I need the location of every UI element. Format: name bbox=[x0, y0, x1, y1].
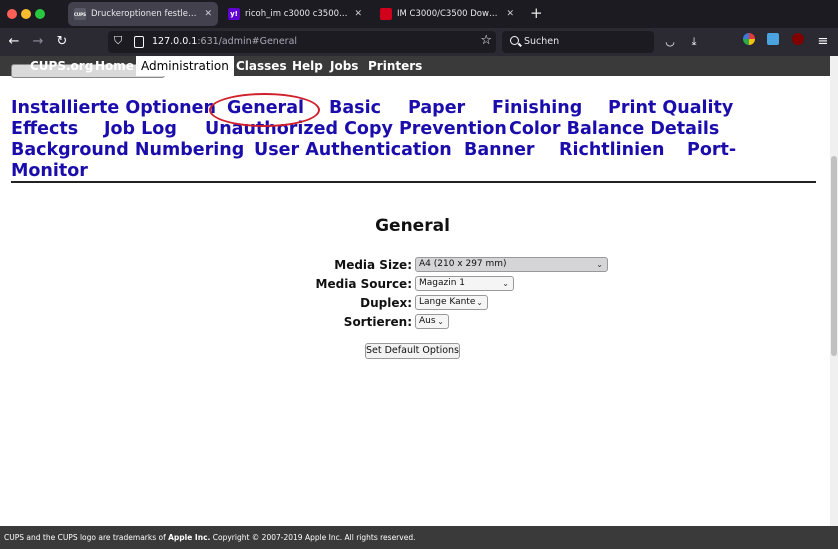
download-icon[interactable]: ⤓ bbox=[685, 33, 703, 51]
link-finishing[interactable]: Finishing bbox=[492, 98, 582, 119]
search-icon bbox=[510, 36, 519, 45]
duplex-value: Lange Kante bbox=[419, 297, 476, 307]
divider bbox=[11, 181, 816, 183]
footer-company: Apple Inc. bbox=[168, 533, 211, 542]
nav-cups-org[interactable]: CUPS.org bbox=[25, 56, 98, 76]
nav-classes[interactable]: Classes bbox=[231, 56, 292, 76]
sortieren-value: Aus bbox=[419, 316, 436, 326]
media-size-value: A4 (210 x 297 mm) bbox=[419, 259, 507, 269]
tab-title: IM C3000/C3500 Downloads | Ricoh bbox=[397, 9, 502, 19]
nav-jobs[interactable]: Jobs bbox=[325, 56, 363, 76]
back-arrow-icon[interactable]: ← bbox=[5, 33, 23, 51]
duplex-select[interactable]: Lange Kante ⌄ bbox=[415, 295, 488, 310]
link-paper[interactable]: Paper bbox=[408, 98, 465, 119]
page-scrollbar[interactable] bbox=[830, 56, 838, 526]
media-size-select[interactable]: A4 (210 x 297 mm) ⌄ bbox=[415, 257, 608, 272]
cups-page: CUPS.org Home Administration Classes Hel… bbox=[0, 56, 830, 526]
media-source-label: Media Source: bbox=[315, 277, 412, 291]
sortieren-label: Sortieren: bbox=[343, 315, 412, 329]
reload-icon[interactable]: ↻ bbox=[53, 33, 71, 51]
sortieren-select[interactable]: Aus ⌄ bbox=[415, 314, 449, 329]
scrollbar-thumb[interactable] bbox=[831, 156, 837, 356]
tab-ricoh[interactable]: IM C3000/C3500 Downloads | Ricoh ✕ bbox=[374, 2, 520, 26]
link-port-monitor[interactable]: Port- bbox=[687, 140, 736, 161]
link-user-authentication[interactable]: User Authentication bbox=[254, 140, 452, 161]
url-host: 127.0.0.1 bbox=[152, 36, 198, 47]
sortieren-row: Sortieren: Aus ⌄ bbox=[0, 313, 830, 331]
cups-header-nav: CUPS.org Home Administration Classes Hel… bbox=[0, 56, 830, 78]
url-bar[interactable]: ⛉ 127.0.0.1:631/admin#General ☆ bbox=[108, 31, 496, 53]
chevron-down-icon: ⌄ bbox=[476, 298, 483, 307]
link-banner[interactable]: Banner bbox=[464, 140, 535, 161]
cups-icon: CUPS bbox=[74, 8, 86, 20]
close-window-button[interactable] bbox=[7, 9, 17, 19]
chevron-down-icon: ⌄ bbox=[437, 317, 444, 326]
tab-title: ricoh_im c3000 c3500 dmg - Yahoo bbox=[245, 9, 349, 19]
zoom-window-button[interactable] bbox=[35, 9, 45, 19]
link-effects[interactable]: Effects bbox=[11, 119, 78, 140]
link-port-monitor-cont[interactable]: Monitor bbox=[11, 161, 88, 182]
set-default-options-button[interactable]: Set Default Options bbox=[365, 343, 460, 359]
close-icon[interactable]: ✕ bbox=[354, 9, 362, 19]
search-bar[interactable]: Suchen bbox=[502, 31, 654, 53]
link-color-balance-details[interactable]: Color Balance Details bbox=[509, 119, 719, 140]
forward-arrow-icon[interactable]: → bbox=[29, 33, 47, 51]
shield-icon[interactable]: ⛉ bbox=[114, 34, 128, 50]
duplex-label: Duplex: bbox=[360, 296, 412, 310]
media-size-label: Media Size: bbox=[334, 258, 412, 272]
duplex-row: Duplex: Lange Kante ⌄ bbox=[0, 294, 830, 312]
nav-administration[interactable]: Administration bbox=[136, 56, 234, 76]
link-richtlinien[interactable]: Richtlinien bbox=[559, 140, 664, 161]
nav-printers[interactable]: Printers bbox=[363, 56, 427, 76]
media-source-select[interactable]: Magazin 1 ⌄ bbox=[415, 276, 514, 291]
media-source-row: Media Source: Magazin 1 ⌄ bbox=[0, 275, 830, 293]
browser-toolbar: ← → ↻ ⛉ 127.0.0.1:631/admin#General ☆ Su… bbox=[0, 28, 838, 56]
tab-yahoo[interactable]: y! ricoh_im c3000 c3500 dmg - Yahoo ✕ bbox=[222, 2, 368, 26]
url-path: :631/admin#General bbox=[197, 36, 298, 47]
close-icon[interactable]: ✕ bbox=[204, 9, 212, 19]
browser-tab-bar: CUPS Druckeroptionen festlegen - CUPS ✕ … bbox=[0, 0, 838, 28]
link-installierte-optionen[interactable]: Installierte Optionen bbox=[11, 98, 216, 119]
panel-title: General bbox=[375, 216, 450, 236]
media-size-row: Media Size: A4 (210 x 297 mm) ⌄ bbox=[0, 256, 830, 274]
footer-text: CUPS and the CUPS logo are trademarks of bbox=[4, 533, 169, 542]
footer-copyright: Copyright © 2007-2019 Apple Inc. All rig… bbox=[210, 533, 416, 542]
extension-colorful-icon[interactable] bbox=[740, 33, 758, 51]
yahoo-icon: y! bbox=[228, 8, 240, 20]
ublock-icon[interactable] bbox=[789, 33, 807, 51]
media-source-value: Magazin 1 bbox=[419, 278, 466, 288]
minimize-window-button[interactable] bbox=[21, 9, 31, 19]
chevron-down-icon: ⌄ bbox=[596, 260, 603, 269]
extension-screenshot-icon[interactable] bbox=[764, 33, 782, 51]
tab-title: Druckeroptionen festlegen - CUPS bbox=[91, 9, 199, 19]
nav-help[interactable]: Help bbox=[287, 56, 328, 76]
tab-cups[interactable]: CUPS Druckeroptionen festlegen - CUPS ✕ bbox=[68, 2, 218, 26]
page-icon bbox=[134, 36, 144, 48]
link-print-quality[interactable]: Print Quality bbox=[608, 98, 733, 119]
hamburger-menu-icon[interactable]: ≡ bbox=[814, 33, 832, 51]
link-basic[interactable]: Basic bbox=[329, 98, 381, 119]
bookmark-star-icon[interactable]: ☆ bbox=[480, 33, 492, 48]
cups-footer: CUPS and the CUPS logo are trademarks of… bbox=[0, 526, 838, 549]
search-placeholder: Suchen bbox=[524, 36, 560, 47]
nav-home[interactable]: Home bbox=[90, 56, 139, 76]
ricoh-icon bbox=[380, 8, 392, 20]
link-job-log[interactable]: Job Log bbox=[104, 119, 177, 140]
pocket-icon[interactable]: ◡ bbox=[661, 33, 679, 51]
highlight-circle bbox=[209, 93, 320, 127]
close-icon[interactable]: ✕ bbox=[506, 9, 514, 19]
new-tab-button[interactable]: + bbox=[530, 4, 543, 22]
link-background-numbering[interactable]: Background Numbering bbox=[11, 140, 244, 161]
url-text[interactable]: 127.0.0.1:631/admin#General bbox=[152, 36, 297, 47]
chevron-down-icon: ⌄ bbox=[502, 279, 509, 288]
